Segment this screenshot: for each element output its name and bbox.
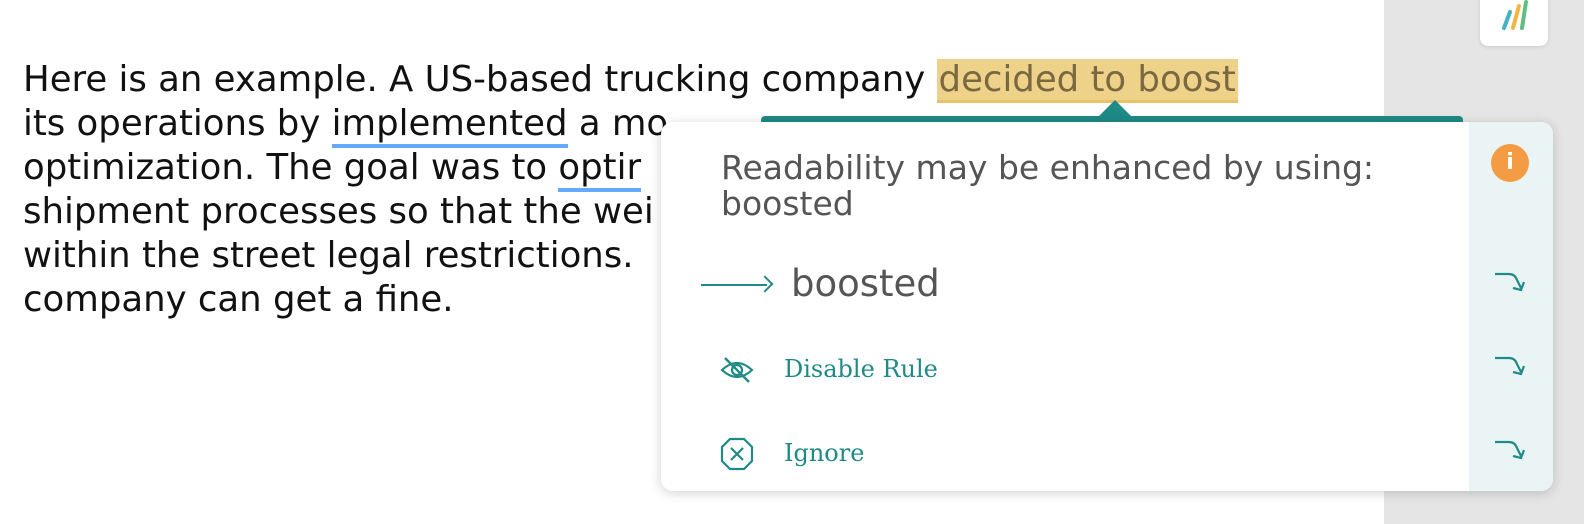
text-segment: a mo [567,103,669,144]
disable-rule-label[interactable]: Disable Rule [784,354,938,384]
underlined-issue[interactable]: optir [558,147,642,192]
ignore-row[interactable]: Ignore [661,422,1526,482]
suggestion-replacement[interactable]: boosted [791,264,940,304]
disable-rule-row[interactable]: Disable Rule [661,338,1526,398]
text-segment: within the street legal restrictions. [23,235,634,276]
text-line-1: Here is an example. A US-based trucking … [23,58,1238,103]
text-segment: Here is an example. A US-based trucking … [23,59,937,100]
underlined-issue[interactable]: implemented [331,103,568,148]
text-segment: company can get a fine. [23,279,454,320]
close-octagon-icon [720,437,754,471]
curved-arrow-icon[interactable] [1491,436,1529,466]
eye-slash-icon [720,357,754,383]
app-window: Here is an example. A US-based trucking … [0,0,1584,524]
arrow-head [756,275,774,293]
suggestion-popover: i Readability may be enhanced by using: … [661,122,1553,491]
apply-suggestion-row[interactable]: boosted [661,254,1526,314]
highlighted-issue[interactable]: decided to boost [936,59,1238,103]
ignore-label[interactable]: Ignore [784,438,864,468]
curved-arrow-icon[interactable] [1491,268,1529,298]
app-logo-icon [1502,0,1528,30]
text-segment: shipment processes so that the wei [23,191,654,232]
text-segment: optimization. The goal was to [23,147,559,188]
text-segment: its operations by [23,103,332,144]
curved-arrow-icon[interactable] [1491,352,1529,382]
app-logo-button[interactable] [1480,0,1548,46]
suggestion-message: Readability may be enhanced by using: bo… [721,148,1375,223]
info-icon[interactable]: i [1491,144,1529,182]
popover-caret [1098,100,1132,117]
